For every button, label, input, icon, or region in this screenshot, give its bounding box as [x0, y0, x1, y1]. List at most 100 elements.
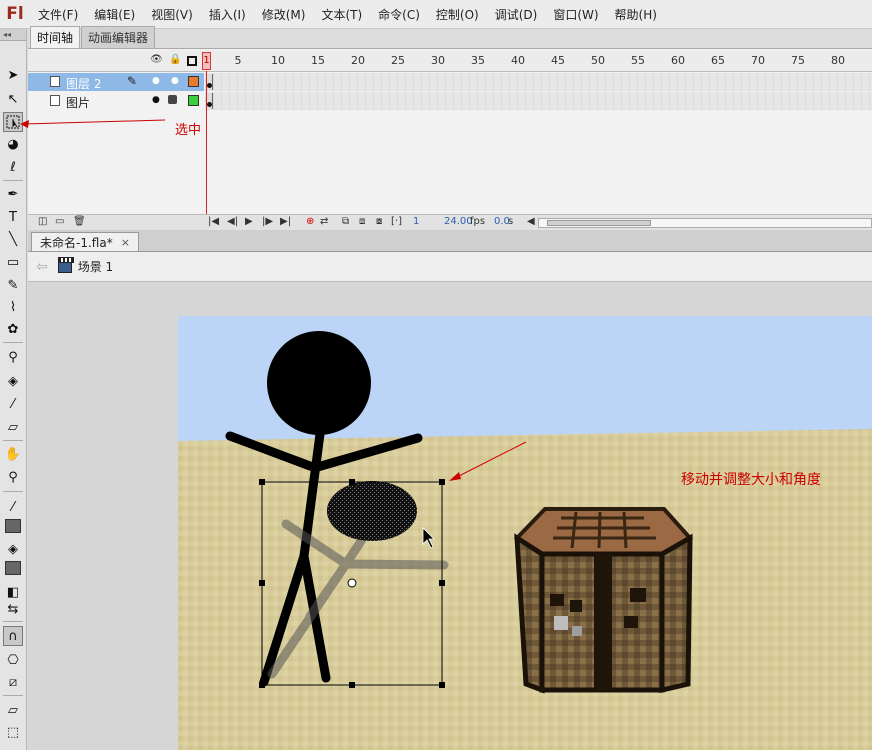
onion-outline-icon[interactable]: ⧈	[359, 216, 365, 227]
layer-name[interactable]: 图层 2	[66, 75, 101, 92]
fill-color-icon[interactable]: ◈	[3, 539, 23, 559]
next-frame-icon[interactable]: |▶	[262, 216, 273, 227]
prev-frame-icon[interactable]: ◀|	[227, 216, 238, 227]
loop-icon[interactable]: ⇄	[320, 216, 328, 227]
edit-multiple-frames-icon[interactable]: ⧇	[376, 216, 382, 227]
bone-tool-icon[interactable]: ⚲	[3, 347, 23, 367]
menu-view[interactable]: 视图(V)	[143, 6, 201, 23]
center-frame-icon[interactable]: ⊕	[306, 216, 314, 227]
lock-icon[interactable]: 🔒	[169, 54, 181, 65]
line-tool-icon[interactable]: ╲	[3, 229, 23, 249]
layer-row[interactable]: 图片 ●	[28, 92, 872, 110]
select-annotation-arrow	[20, 119, 166, 128]
shadow-head[interactable]	[327, 481, 417, 541]
straighten-icon[interactable]: ⧄	[3, 672, 23, 692]
layer-row[interactable]: 图层 2 ✎ ● ●	[28, 73, 872, 91]
lock-dot[interactable]: ●	[171, 76, 179, 86]
outline-icon[interactable]	[187, 56, 197, 66]
modify-markers-icon[interactable]: [·]	[391, 216, 402, 227]
stroke-color-icon[interactable]: ⁄	[3, 497, 23, 517]
delete-layer-icon[interactable]: 🗑	[73, 216, 86, 227]
frame-ruler[interactable]: 5 10 15 20 25 30 35 40 45 50 55 60 65 70…	[205, 50, 872, 72]
smooth-icon[interactable]: ⎔	[3, 650, 23, 670]
visibility-dot[interactable]: ●	[152, 95, 160, 105]
scale-icon[interactable]: ⬚	[3, 722, 23, 742]
timeline-controls: ◫ ▭ 🗑 |◀ ◀| ▶ |▶ ▶| ⊕ ⇄ ⧉ ⧈ ⧇ [·] 1 24.0…	[28, 214, 872, 230]
paint-bucket-tool-icon[interactable]: ◈	[3, 371, 23, 391]
select-annotation: 选中	[175, 123, 202, 138]
subselection-tool-icon[interactable]: ↖	[3, 89, 23, 109]
menu-text[interactable]: 文本(T)	[313, 6, 370, 23]
timeline-tabs: 时间轴 动画编辑器	[28, 26, 872, 49]
menu-debug[interactable]: 调试(D)	[487, 6, 546, 23]
play-icon[interactable]: ▶	[245, 216, 253, 227]
eraser-tool-icon[interactable]: ▱	[3, 417, 23, 437]
new-folder-icon[interactable]: ▭	[55, 216, 64, 227]
menu-file[interactable]: 文件(F)	[30, 6, 86, 23]
document-tab[interactable]: 未命名-1.fla* ×	[31, 232, 139, 251]
first-frame-icon[interactable]: |◀	[208, 216, 219, 227]
stroke-color-swatch[interactable]	[3, 516, 23, 536]
layer-icon	[50, 95, 60, 106]
eye-icon[interactable]: 👁	[150, 54, 163, 65]
tab-motion-editor[interactable]: 动画编辑器	[81, 26, 156, 48]
scroll-left-icon[interactable]: ◀	[527, 216, 535, 227]
tab-timeline[interactable]: 时间轴	[30, 26, 81, 48]
deco-tool-icon[interactable]: ✿	[3, 319, 23, 339]
frame-number: 50	[591, 54, 605, 67]
hand-tool-icon[interactable]: ✋	[3, 444, 23, 464]
menu-control[interactable]: 控制(O)	[428, 6, 487, 23]
menu-modify[interactable]: 修改(M)	[254, 6, 314, 23]
rotate-skew-icon[interactable]: ▱	[3, 700, 23, 720]
new-layer-icon[interactable]: ◫	[38, 216, 47, 227]
menu-commands[interactable]: 命令(C)	[370, 6, 428, 23]
menu-insert[interactable]: 插入(I)	[201, 6, 254, 23]
frame-rate[interactable]: 24.00	[444, 216, 473, 227]
stage[interactable]: 移动并调整大小和角度	[178, 316, 872, 750]
brush-tool-icon[interactable]: ⌇	[3, 297, 23, 317]
toolbar-divider	[3, 342, 23, 343]
pencil-icon: ✎	[127, 74, 138, 88]
pencil-tool-icon[interactable]: ✎	[3, 275, 23, 295]
close-icon[interactable]: ×	[121, 236, 130, 249]
selection-tool-icon[interactable]: ➤	[3, 65, 23, 85]
tools-collapse-button[interactable]: ◂◂	[0, 29, 26, 41]
fill-color-swatch[interactable]	[3, 558, 23, 578]
scrollbar-thumb[interactable]	[547, 220, 651, 226]
crafting-table[interactable]	[513, 507, 694, 694]
menu-bar: Fl 文件(F) 编辑(E) 视图(V) 插入(I) 修改(M) 文本(T) 命…	[0, 0, 872, 29]
keyframe[interactable]	[206, 93, 213, 109]
lasso-tool-icon[interactable]: ℓ	[3, 157, 23, 177]
pen-tool-icon[interactable]: ✒	[3, 184, 23, 204]
visibility-dot[interactable]: ●	[152, 76, 160, 86]
eyedropper-tool-icon[interactable]: ⁄	[3, 394, 23, 414]
back-arrow-icon[interactable]: ⇦	[36, 259, 48, 275]
zoom-tool-icon[interactable]: ⚲	[3, 467, 23, 487]
scene-label[interactable]: 场景 1	[78, 258, 113, 275]
menu-edit[interactable]: 编辑(E)	[86, 6, 143, 23]
layer-frames[interactable]	[205, 92, 872, 110]
layer-frames[interactable]	[205, 73, 872, 91]
snap-to-objects-icon[interactable]: ∩	[3, 626, 23, 646]
layer-color-swatch[interactable]	[188, 76, 199, 87]
move-annotation: 移动并调整大小和角度	[681, 472, 821, 488]
menu-help[interactable]: 帮助(H)	[607, 6, 665, 23]
rectangle-tool-icon[interactable]: ▭	[3, 252, 23, 272]
timeline-panel: 时间轴 动画编辑器 👁 🔒 1 5 10 15 20 25 30 35 40 4…	[20, 26, 872, 230]
document-tabs: 未命名-1.fla* ×	[28, 230, 872, 252]
layer-color-swatch[interactable]	[188, 95, 199, 106]
frame-number: 25	[391, 54, 405, 67]
keyframe[interactable]	[206, 74, 213, 90]
timeline-scrollbar[interactable]	[538, 218, 872, 228]
frame-number: 75	[791, 54, 805, 67]
menu-window[interactable]: 窗口(W)	[545, 6, 606, 23]
layer-name-cell[interactable]: 图片 ●	[28, 92, 204, 110]
onion-skin-icon[interactable]: ⧉	[342, 216, 349, 227]
swap-colors-icon[interactable]: ⇆	[3, 599, 23, 619]
timeline-header: 👁 🔒 1 5 10 15 20 25 30 35 40 45 50 55 60…	[28, 50, 872, 72]
layer-name-cell[interactable]: 图层 2 ✎ ● ●	[28, 73, 204, 91]
frame-number: 40	[511, 54, 525, 67]
text-tool-icon[interactable]: T	[3, 207, 23, 227]
lock-icon[interactable]	[168, 95, 177, 104]
last-frame-icon[interactable]: ▶|	[280, 216, 291, 227]
